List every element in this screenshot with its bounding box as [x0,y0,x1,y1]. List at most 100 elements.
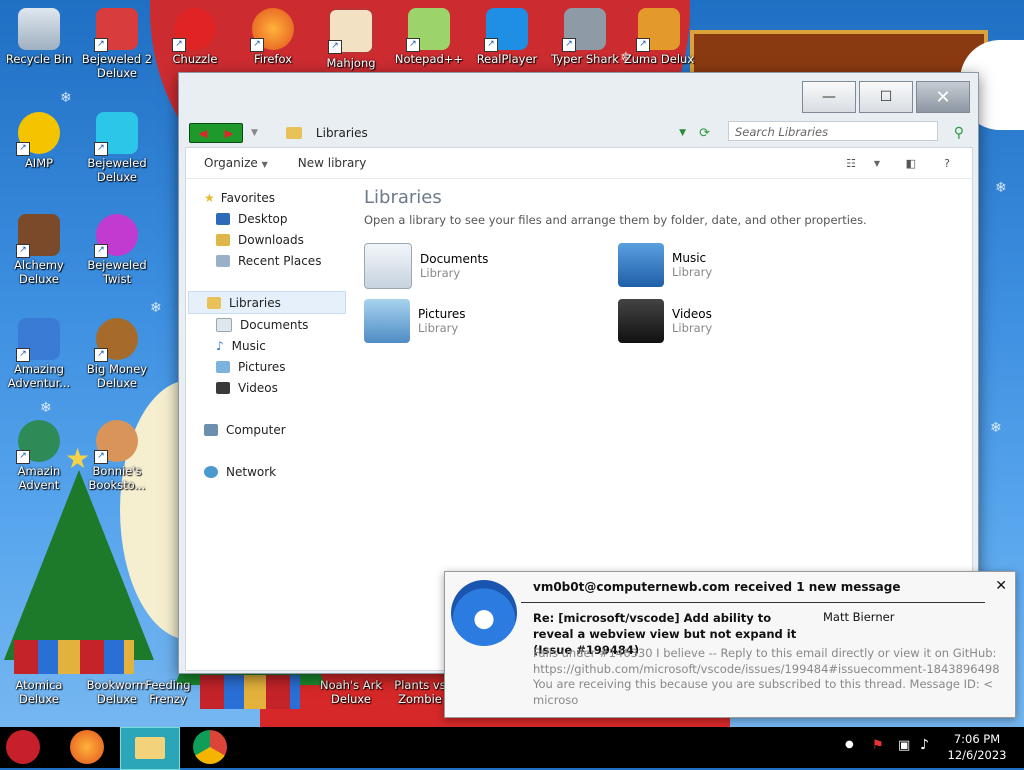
alchemy-icon: ↗ [16,214,60,258]
forward-arrow-icon[interactable]: ▶ [225,127,233,140]
clock[interactable]: 7:06 PM 12/6/2023 [946,731,1008,763]
navigation-pane: ★ Favorites Desktop Downloads Recent Pla… [186,179,346,670]
desktop-icon-recycle-bin[interactable]: Recycle Bin [0,8,78,66]
desktop-icon-noahs-ark[interactable]: Noah's Ark Deluxe [312,678,390,706]
maximize-icon: ☐ [879,89,893,105]
view-options-icon[interactable]: ☷ [846,157,856,170]
back-arrow-icon[interactable]: ◀ [199,127,207,140]
snowflake: ❄ [990,420,1002,436]
nav-desktop[interactable]: Desktop [186,208,346,229]
close-icon: ✕ [935,86,951,108]
gift-boxes [200,675,300,709]
gift-boxes [14,640,134,674]
desktop-icon-mahjong[interactable]: ↗ Mahjong [312,8,390,70]
nav-favorites[interactable]: ★ Favorites [186,187,346,208]
christmas-tree-left: ★ [4,442,154,660]
snowflake: ❄ [40,400,52,416]
videos-library-icon [618,299,664,343]
nav-documents[interactable]: Documents [186,314,346,335]
library-videos[interactable]: Videos Library [618,299,712,343]
amazing-adventures-icon: ↗ [16,318,60,362]
snowflake: ❄ [150,300,162,316]
pictures-icon [216,360,230,373]
new-library-button[interactable]: New library [298,156,367,170]
nav-videos[interactable]: Videos [186,377,346,398]
volume-icon[interactable]: ♪ [920,737,929,753]
refresh-icon[interactable]: ⟳ [699,126,710,141]
mahjong-icon: ↗ [328,8,374,54]
network-tray-icon[interactable]: ▣ [898,738,910,753]
maximize-button[interactable]: ☐ [859,81,913,113]
chrome-taskbar-icon[interactable] [193,730,227,764]
nav-network[interactable]: Network [186,461,346,482]
star-icon: ★ [65,442,91,475]
nav-music[interactable]: ♪ Music [186,335,346,356]
desktop-icon-plants-vs-zombies[interactable]: Plants vs Zombie [392,678,448,706]
action-center-flag-icon[interactable]: ⚑ [872,738,884,753]
preview-pane-icon[interactable]: ◧ [906,157,916,170]
explorer-taskbar-button[interactable] [120,727,180,770]
start-button-santa-icon[interactable] [6,730,40,764]
money-bag-icon: ↗ [94,318,138,362]
library-pictures[interactable]: Pictures Library [364,299,466,343]
desktop-icon-typer-shark[interactable]: ↗ Typer Shark [546,8,624,66]
search-icon[interactable]: ⚲ [954,125,964,141]
star-icon: ★ [204,190,215,205]
desktop-icon-aimp[interactable]: ↗ AIMP [0,112,78,170]
bejeweled-2-icon: ↗ [94,8,138,52]
minimize-button[interactable]: — [802,81,856,113]
desktop-icon-feeding-frenzy[interactable]: Feeding Frenzy [140,678,196,706]
desktop-icon-realplayer[interactable]: ↗ RealPlayer [468,8,546,66]
notification-header: vm0b0t@computernewb.com received 1 new m… [533,580,901,594]
desktop-icon-alchemy[interactable]: ↗ Alchemy Deluxe [0,214,78,286]
show-hidden-icons-icon[interactable]: ● [845,739,854,750]
nav-pictures[interactable]: Pictures [186,356,346,377]
help-button[interactable]: ? [944,157,950,170]
desktop-icon-notepadpp[interactable]: ↗ Notepad++ [390,8,468,66]
bonnie-face-icon: ↗ [94,420,138,464]
mail-notification[interactable]: vm0b0t@computernewb.com received 1 new m… [444,571,1016,718]
desktop-icon-chuzzle[interactable]: ↗ Chuzzle [156,8,234,66]
desktop-icon-bejeweled-deluxe[interactable]: ↗ Bejeweled Deluxe [78,112,156,184]
bejeweled-twist-icon: ↗ [94,214,138,258]
desktop-icon-firefox[interactable]: ↗ Firefox [234,8,312,66]
minimize-icon: — [822,89,836,105]
nav-downloads[interactable]: Downloads [186,229,346,250]
back-forward-buttons[interactable]: ◀ ▶ [189,123,243,143]
nav-computer[interactable]: Computer [186,419,346,440]
videos-icon [216,381,230,394]
thunderbird-icon [451,580,517,646]
close-button[interactable]: ✕ [916,81,970,113]
view-dropdown-icon[interactable]: ▼ [874,159,880,168]
recent-pages-chevron-icon[interactable]: ▼ [251,128,258,138]
music-library-icon [618,243,664,287]
chevron-down-icon: ▼ [261,160,268,169]
notification-body: Falls under #146330 I believe -- Reply t… [533,646,1000,707]
downloads-icon [216,233,230,246]
notification-close-button[interactable]: ✕ [995,578,1007,594]
notepadpp-icon: ↗ [406,8,450,52]
desktop-icon-zuma-deluxe[interactable]: ↗ Zuma Delux [620,8,698,66]
page-subtitle: Open a library to see your files and arr… [364,213,867,227]
desktop-icon-bejeweled-2[interactable]: ↗ Bejeweled 2 Deluxe [78,8,156,80]
network-icon [204,465,218,478]
search-input[interactable]: Search Libraries [728,121,938,141]
library-documents[interactable]: Documents Library [364,243,488,289]
firefox-taskbar-icon[interactable] [70,730,104,764]
nav-recent-places[interactable]: Recent Places [186,250,346,271]
organize-button[interactable]: Organize ▼ [204,156,268,170]
nav-libraries[interactable]: Libraries [188,291,346,314]
typer-shark-icon: ↗ [562,8,606,52]
library-music[interactable]: Music Library [618,243,712,287]
desktop-icon-big-money[interactable]: ↗ Big Money Deluxe [78,318,156,390]
realplayer-icon: ↗ [484,8,528,52]
documents-icon [216,317,232,332]
recent-places-icon [216,254,230,267]
snowflake: ❄ [60,90,72,106]
desktop-icon-bejeweled-twist[interactable]: ↗ Bejeweled Twist [78,214,156,286]
desktop-icon-atomica[interactable]: Atomica Deluxe [0,678,78,706]
snowflake: ❄ [995,180,1007,196]
desktop-icon-amazing-adventures[interactable]: ↗ Amazing Adventur... [0,318,78,390]
address-path[interactable]: Libraries [316,126,368,140]
address-dropdown-icon[interactable]: ▼ [679,128,686,138]
